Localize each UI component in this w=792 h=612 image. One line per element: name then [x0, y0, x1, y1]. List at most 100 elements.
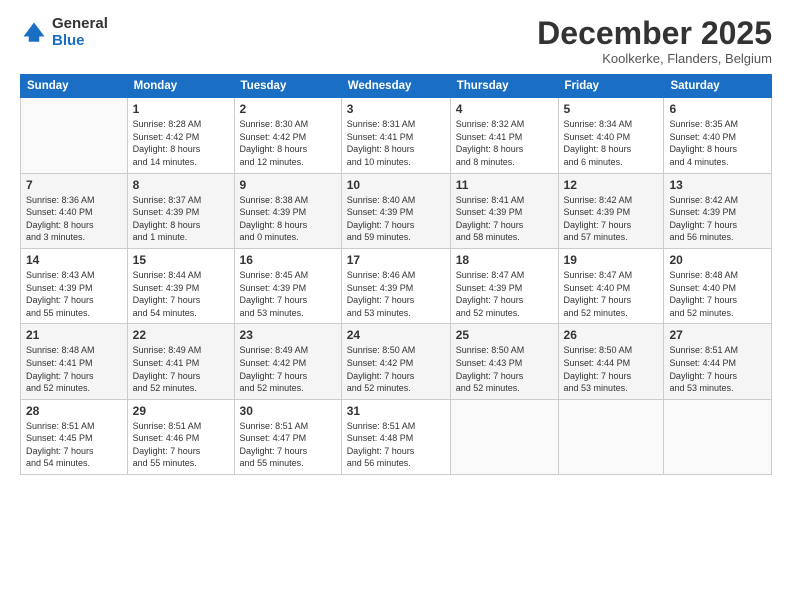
logo: General Blue [20, 16, 108, 49]
logo-icon [20, 19, 48, 47]
col-saturday: Saturday [664, 75, 772, 98]
table-cell: 20 Sunrise: 8:48 AM Sunset: 4:40 PM Dayli… [664, 248, 772, 323]
month-title: December 2025 [537, 16, 772, 51]
day-info: Sunrise: 8:34 AM Sunset: 4:40 PM Dayligh… [564, 118, 659, 168]
day-number: 30 [240, 404, 336, 418]
calendar-week-1: 1 Sunrise: 8:28 AM Sunset: 4:42 PM Daylig… [21, 98, 772, 173]
logo-general-text: General [52, 16, 108, 33]
table-cell: 4 Sunrise: 8:32 AM Sunset: 4:41 PM Daylig… [450, 98, 558, 173]
day-number: 20 [669, 253, 766, 267]
table-cell: 1 Sunrise: 8:28 AM Sunset: 4:42 PM Daylig… [127, 98, 234, 173]
table-cell: 19Sunrise: 8:47 AM Sunset: 4:40 PM Dayli… [558, 248, 664, 323]
day-info: Sunrise: 8:49 AM Sunset: 4:42 PM Dayligh… [240, 344, 336, 394]
table-cell: 26 Sunrise: 8:50 AM Sunset: 4:44 PM Dayli… [558, 324, 664, 399]
day-number: 6 [669, 102, 766, 116]
day-number: 11 [456, 178, 553, 192]
day-info: Sunrise: 8:43 AM Sunset: 4:39 PM Dayligh… [26, 269, 122, 319]
day-info: Sunrise: 8:37 AM Sunset: 4:39 PM Dayligh… [133, 194, 229, 244]
day-number: 22 [133, 328, 229, 342]
calendar-week-3: 14 Sunrise: 8:43 AM Sunset: 4:39 PM Dayli… [21, 248, 772, 323]
logo-blue-text: Blue [52, 33, 108, 50]
day-info: Sunrise: 8:35 AM Sunset: 4:40 PM Dayligh… [669, 118, 766, 168]
calendar-header-row: Sunday Monday Tuesday Wednesday Thursday… [21, 75, 772, 98]
table-cell: 13 Sunrise: 8:42 AM Sunset: 4:39 PM Dayli… [664, 173, 772, 248]
day-info: Sunrise: 8:30 AM Sunset: 4:42 PM Dayligh… [240, 118, 336, 168]
table-cell: 16Sunrise: 8:45 AM Sunset: 4:39 PM Dayli… [234, 248, 341, 323]
day-number: 23 [240, 328, 336, 342]
day-info: Sunrise: 8:32 AM Sunset: 4:41 PM Dayligh… [456, 118, 553, 168]
table-cell: 9 Sunrise: 8:38 AM Sunset: 4:39 PM Daylig… [234, 173, 341, 248]
table-cell: 14 Sunrise: 8:43 AM Sunset: 4:39 PM Dayli… [21, 248, 128, 323]
day-info: Sunrise: 8:44 AM Sunset: 4:39 PM Dayligh… [133, 269, 229, 319]
day-number: 31 [347, 404, 445, 418]
calendar-week-4: 21Sunrise: 8:48 AM Sunset: 4:41 PM Dayli… [21, 324, 772, 399]
day-info: Sunrise: 8:51 AM Sunset: 4:46 PM Dayligh… [133, 420, 229, 470]
day-number: 24 [347, 328, 445, 342]
calendar-table: Sunday Monday Tuesday Wednesday Thursday… [20, 74, 772, 475]
day-info: Sunrise: 8:38 AM Sunset: 4:39 PM Dayligh… [240, 194, 336, 244]
day-info: Sunrise: 8:47 AM Sunset: 4:40 PM Dayligh… [564, 269, 659, 319]
day-number: 13 [669, 178, 766, 192]
table-cell: 10 Sunrise: 8:40 AM Sunset: 4:39 PM Dayli… [341, 173, 450, 248]
col-thursday: Thursday [450, 75, 558, 98]
day-info: Sunrise: 8:40 AM Sunset: 4:39 PM Dayligh… [347, 194, 445, 244]
day-info: Sunrise: 8:50 AM Sunset: 4:44 PM Dayligh… [564, 344, 659, 394]
day-number: 17 [347, 253, 445, 267]
day-info: Sunrise: 8:51 AM Sunset: 4:44 PM Dayligh… [669, 344, 766, 394]
table-cell: 22 Sunrise: 8:49 AM Sunset: 4:41 PM Dayli… [127, 324, 234, 399]
day-info: Sunrise: 8:45 AM Sunset: 4:39 PM Dayligh… [240, 269, 336, 319]
table-cell: 6 Sunrise: 8:35 AM Sunset: 4:40 PM Daylig… [664, 98, 772, 173]
day-number: 28 [26, 404, 122, 418]
day-number: 15 [133, 253, 229, 267]
day-number: 4 [456, 102, 553, 116]
day-info: Sunrise: 8:51 AM Sunset: 4:45 PM Dayligh… [26, 420, 122, 470]
day-info: Sunrise: 8:28 AM Sunset: 4:42 PM Dayligh… [133, 118, 229, 168]
header: General Blue December 2025 Koolkerke, Fl… [20, 16, 772, 66]
table-cell: 5 Sunrise: 8:34 AM Sunset: 4:40 PM Daylig… [558, 98, 664, 173]
page: General Blue December 2025 Koolkerke, Fl… [0, 0, 792, 612]
table-cell: 17 Sunrise: 8:46 AM Sunset: 4:39 PM Dayli… [341, 248, 450, 323]
day-info: Sunrise: 8:36 AM Sunset: 4:40 PM Dayligh… [26, 194, 122, 244]
day-info: Sunrise: 8:31 AM Sunset: 4:41 PM Dayligh… [347, 118, 445, 168]
day-info: Sunrise: 8:48 AM Sunset: 4:41 PM Dayligh… [26, 344, 122, 394]
day-number: 3 [347, 102, 445, 116]
day-info: Sunrise: 8:41 AM Sunset: 4:39 PM Dayligh… [456, 194, 553, 244]
logo-text: General Blue [52, 16, 108, 49]
table-cell: 28 Sunrise: 8:51 AM Sunset: 4:45 PM Dayli… [21, 399, 128, 474]
table-cell: 21Sunrise: 8:48 AM Sunset: 4:41 PM Dayli… [21, 324, 128, 399]
table-cell: 29 Sunrise: 8:51 AM Sunset: 4:46 PM Dayli… [127, 399, 234, 474]
day-number: 1 [133, 102, 229, 116]
day-number: 9 [240, 178, 336, 192]
table-cell [450, 399, 558, 474]
day-number: 27 [669, 328, 766, 342]
day-info: Sunrise: 8:42 AM Sunset: 4:39 PM Dayligh… [669, 194, 766, 244]
day-info: Sunrise: 8:51 AM Sunset: 4:47 PM Dayligh… [240, 420, 336, 470]
day-number: 29 [133, 404, 229, 418]
day-number: 5 [564, 102, 659, 116]
day-info: Sunrise: 8:47 AM Sunset: 4:39 PM Dayligh… [456, 269, 553, 319]
day-number: 8 [133, 178, 229, 192]
day-info: Sunrise: 8:49 AM Sunset: 4:41 PM Dayligh… [133, 344, 229, 394]
day-number: 10 [347, 178, 445, 192]
table-cell: 18Sunrise: 8:47 AM Sunset: 4:39 PM Dayli… [450, 248, 558, 323]
calendar-week-5: 28 Sunrise: 8:51 AM Sunset: 4:45 PM Dayli… [21, 399, 772, 474]
table-cell: 25Sunrise: 8:50 AM Sunset: 4:43 PM Dayli… [450, 324, 558, 399]
table-cell: 30 Sunrise: 8:51 AM Sunset: 4:47 PM Dayli… [234, 399, 341, 474]
day-info: Sunrise: 8:48 AM Sunset: 4:40 PM Dayligh… [669, 269, 766, 319]
calendar-week-2: 7Sunrise: 8:36 AM Sunset: 4:40 PM Daylig… [21, 173, 772, 248]
title-block: December 2025 Koolkerke, Flanders, Belgi… [537, 16, 772, 66]
table-cell: 27 Sunrise: 8:51 AM Sunset: 4:44 PM Dayli… [664, 324, 772, 399]
day-info: Sunrise: 8:46 AM Sunset: 4:39 PM Dayligh… [347, 269, 445, 319]
day-number: 14 [26, 253, 122, 267]
table-cell: 31Sunrise: 8:51 AM Sunset: 4:48 PM Dayli… [341, 399, 450, 474]
table-cell: 2Sunrise: 8:30 AM Sunset: 4:42 PM Daylig… [234, 98, 341, 173]
table-cell: 12Sunrise: 8:42 AM Sunset: 4:39 PM Dayli… [558, 173, 664, 248]
table-cell [558, 399, 664, 474]
day-number: 12 [564, 178, 659, 192]
col-monday: Monday [127, 75, 234, 98]
table-cell [21, 98, 128, 173]
col-sunday: Sunday [21, 75, 128, 98]
col-tuesday: Tuesday [234, 75, 341, 98]
table-cell: 7Sunrise: 8:36 AM Sunset: 4:40 PM Daylig… [21, 173, 128, 248]
day-number: 26 [564, 328, 659, 342]
